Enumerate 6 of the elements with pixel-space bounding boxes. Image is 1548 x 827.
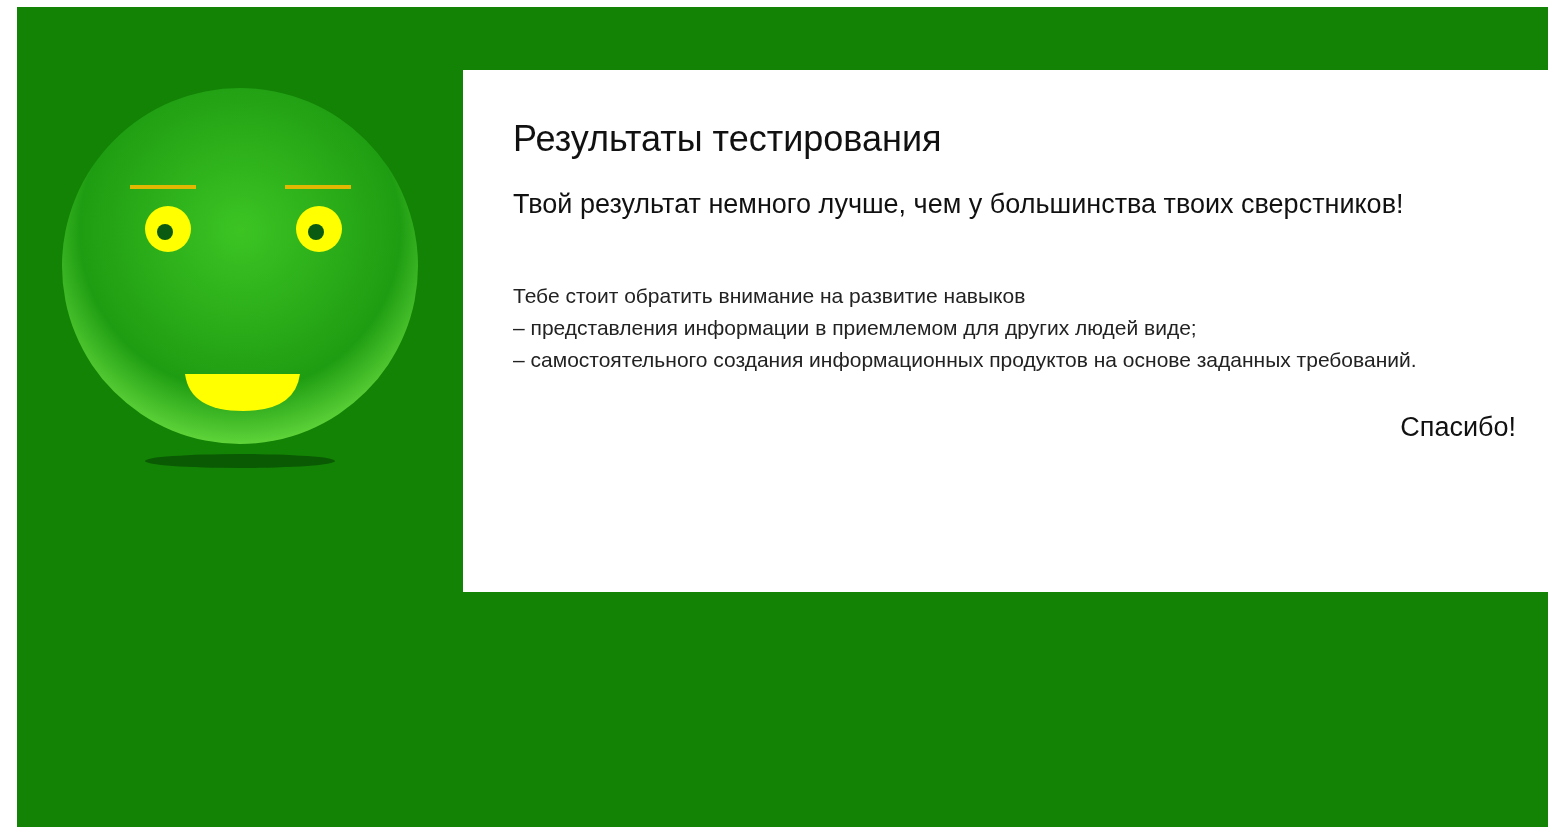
advice-item: – самостоятельного создания информационных продуктов на основе заданных требований. [513,347,1418,373]
thanks-text: Спасибо! [1400,412,1516,443]
advice-intro: Тебе стоит обратить внимание на развитие навыков [513,283,1027,309]
results-title: Результаты тестирования [513,118,943,160]
result-text: Твой результат немного лучше, чем у большинства твоих сверстников! [513,188,1405,221]
advice-item: – представления информации в приемлемом для других людей виде; [513,315,1198,341]
